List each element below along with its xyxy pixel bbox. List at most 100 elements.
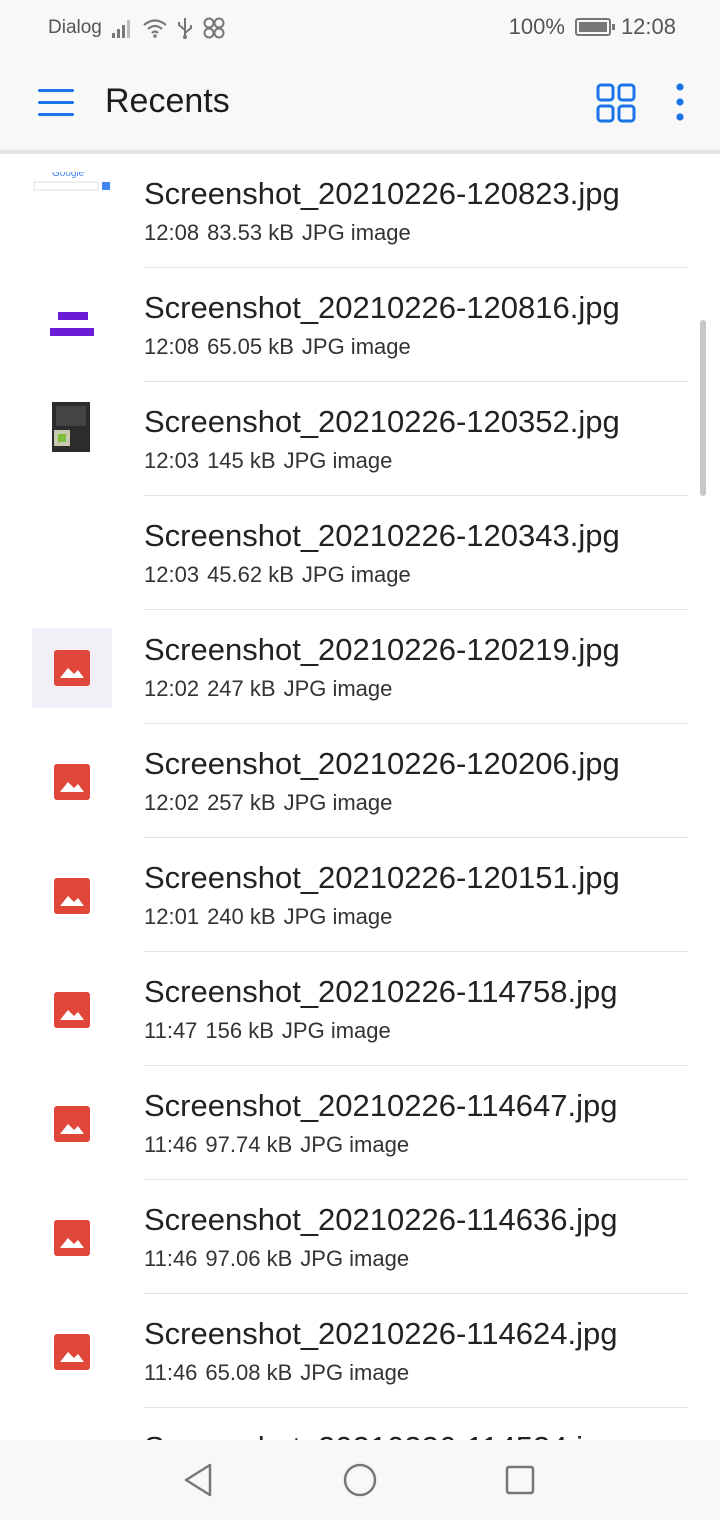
file-row[interactable]: Screenshot_20210226-114647.jpg 11:46 97.7…: [0, 1066, 720, 1180]
file-type: JPG image: [283, 448, 393, 473]
file-row[interactable]: Google Screenshot_20210226-120823.jpg 12…: [0, 154, 720, 268]
app-bar: Recents: [0, 56, 720, 150]
file-time: 11:46: [144, 1360, 198, 1385]
svg-text:Google: Google: [52, 172, 85, 179]
status-right: 100% 12:08: [509, 14, 676, 40]
buttons-thumb: [32, 286, 112, 366]
status-bar: Dialog 100% 12:08: [0, 0, 720, 56]
file-row[interactable]: Screenshot_20210226-114636.jpg 11:46 97.0…: [0, 1180, 720, 1294]
more-vert-icon: [676, 83, 684, 121]
file-row[interactable]: Screenshot_20210226-120206.jpg 12:02 257 …: [0, 724, 720, 838]
file-time: 12:03: [144, 562, 200, 587]
file-meta: 11:46 97.06 kB JPG image: [144, 1246, 417, 1272]
file-size: 97.06 kB: [205, 1246, 293, 1271]
file-meta: 12:08 83.53 kB JPG image: [144, 220, 419, 246]
file-row[interactable]: Screenshot_20210226-120816.jpg 12:08 65.0…: [0, 268, 720, 382]
file-name: Screenshot_20210226-120352.jpg: [144, 404, 620, 439]
file-size: 240 kB: [207, 904, 276, 929]
wifi-icon: [143, 19, 167, 38]
file-type: JPG image: [283, 790, 393, 815]
file-thumb: [32, 1198, 112, 1278]
faded-image-thumb: [32, 628, 112, 708]
file-time: 12:08: [144, 334, 200, 359]
file-row[interactable]: Screenshot_20210226-114758.jpg 11:47 156 …: [0, 952, 720, 1066]
page-title: Recents: [105, 82, 230, 120]
file-time: 12:02: [144, 790, 200, 815]
file-thumb: [32, 856, 112, 936]
file-meta: 11:46 65.08 kB JPG image: [144, 1360, 417, 1386]
file-meta: 12:08 65.05 kB JPG image: [144, 334, 419, 360]
file-type: JPG image: [301, 562, 411, 587]
file-name: Screenshot_20210226-114624.jpg: [144, 1316, 618, 1351]
home-button[interactable]: [340, 1460, 380, 1500]
photo-thumb: [32, 400, 112, 480]
file-meta: 12:02 247 kB JPG image: [144, 676, 400, 702]
file-row[interactable]: Screenshot_20210226-120352.jpg 12:03 145 …: [0, 382, 720, 496]
file-time: 12:01: [144, 904, 200, 929]
menu-icon: [38, 89, 74, 116]
back-button[interactable]: [180, 1460, 220, 1500]
file-size: 65.05 kB: [207, 334, 294, 359]
file-type: JPG image: [281, 1018, 391, 1043]
file-name: Screenshot_20210226-114534.jpg: [144, 1430, 617, 1440]
file-type: JPG image: [301, 334, 411, 359]
blank-thumb: [32, 514, 112, 594]
home-icon: [343, 1463, 377, 1497]
file-meta: 12:03 145 kB JPG image: [144, 448, 400, 474]
image-icon: [54, 764, 90, 800]
file-size: 156 kB: [205, 1018, 274, 1043]
file-size: 257 kB: [207, 790, 276, 815]
usb-icon: [178, 18, 192, 39]
file-size: 247 kB: [207, 676, 276, 701]
file-thumb: [32, 1084, 112, 1164]
file-size: 83.53 kB: [207, 220, 294, 245]
carrier-label: Dialog: [48, 17, 102, 38]
grid-view-icon: [596, 83, 636, 123]
file-type: JPG image: [300, 1132, 410, 1157]
file-name: Screenshot_20210226-120343.jpg: [144, 518, 620, 553]
scrollbar[interactable]: [700, 320, 706, 496]
navigation-bar: [0, 1440, 720, 1520]
menu-button[interactable]: [32, 78, 80, 126]
link-icon: [203, 17, 225, 39]
clock: 12:08: [620, 14, 676, 39]
file-thumb: [32, 1312, 112, 1392]
file-meta: 12:02 257 kB JPG image: [144, 790, 400, 816]
file-row[interactable]: Screenshot_20210226-114534.jpg: [0, 1408, 720, 1440]
file-meta: 12:03 45.62 kB JPG image: [144, 562, 419, 588]
recents-button[interactable]: [500, 1460, 540, 1500]
file-name: Screenshot_20210226-114636.jpg: [144, 1202, 618, 1237]
file-time: 11:46: [144, 1132, 198, 1157]
file-thumb: [32, 742, 112, 822]
file-list[interactable]: Google Screenshot_20210226-120823.jpg 12…: [0, 154, 720, 1440]
google-thumb: Google: [32, 168, 112, 252]
file-name: Screenshot_20210226-114758.jpg: [144, 974, 618, 1009]
file-name: Screenshot_20210226-120151.jpg: [144, 860, 620, 895]
file-type: JPG image: [300, 1246, 410, 1271]
file-type: JPG image: [300, 1360, 410, 1385]
file-meta: 11:47 156 kB JPG image: [144, 1018, 399, 1044]
more-options-button[interactable]: [664, 80, 696, 128]
file-time: 11:46: [144, 1246, 198, 1271]
file-row[interactable]: Screenshot_20210226-120219.jpg 12:02 247 …: [0, 610, 720, 724]
file-size: 145 kB: [207, 448, 276, 473]
image-icon: [54, 992, 90, 1028]
file-thumb: [32, 970, 112, 1050]
file-name: Screenshot_20210226-114647.jpg: [144, 1088, 618, 1123]
battery-icon: [574, 18, 615, 36]
status-icons: [110, 14, 226, 42]
file-type: JPG image: [301, 220, 411, 245]
file-row[interactable]: Screenshot_20210226-120151.jpg 12:01 240 …: [0, 838, 720, 952]
image-icon: [54, 1334, 90, 1370]
back-icon: [184, 1463, 212, 1497]
file-type: JPG image: [283, 676, 393, 701]
file-row[interactable]: Screenshot_20210226-114624.jpg 11:46 65.0…: [0, 1294, 720, 1408]
file-time: 12:03: [144, 448, 200, 473]
image-icon: [54, 650, 90, 686]
image-icon: [54, 1106, 90, 1142]
file-name: Screenshot_20210226-120816.jpg: [144, 290, 620, 325]
file-meta: 11:46 97.74 kB JPG image: [144, 1132, 417, 1158]
file-row[interactable]: Screenshot_20210226-120343.jpg 12:03 45.6…: [0, 496, 720, 610]
image-icon: [54, 878, 90, 914]
grid-view-button[interactable]: [592, 80, 640, 128]
